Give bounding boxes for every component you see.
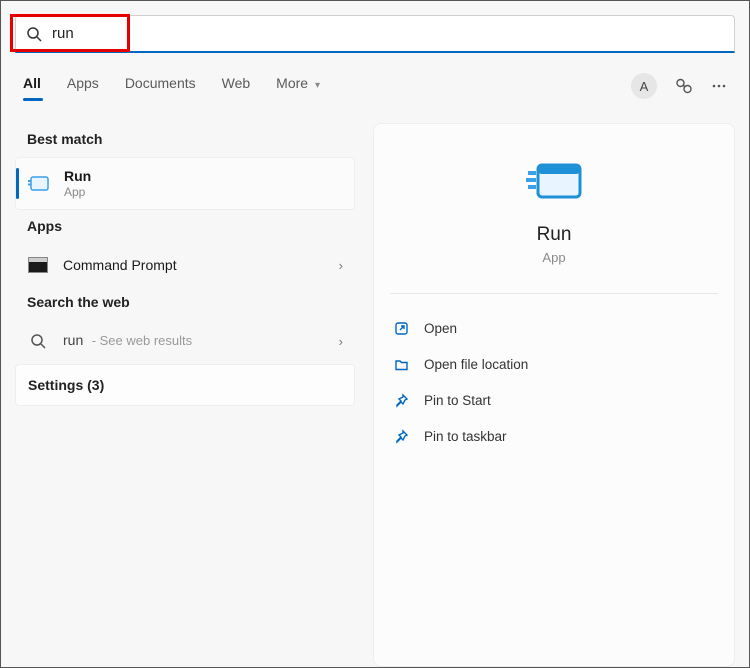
results-list: Best match Run App Apps (15, 123, 355, 667)
tab-apps[interactable]: Apps (67, 75, 99, 97)
action-label: Pin to taskbar (424, 429, 507, 444)
start-search-window: All Apps Documents Web More ▾ A (1, 1, 749, 667)
search-bar[interactable] (15, 15, 735, 53)
preview-panel: Run App Open (373, 123, 735, 667)
run-app-icon (28, 173, 50, 195)
action-label: Open (424, 321, 457, 336)
best-match-header: Best match (15, 123, 355, 157)
web-query: run (63, 332, 83, 348)
action-label: Pin to Start (424, 393, 491, 408)
action-pin-to-taskbar[interactable]: Pin to taskbar (390, 420, 718, 452)
web-suffix: - See web results (92, 333, 192, 348)
tab-documents[interactable]: Documents (125, 75, 196, 97)
result-settings-group[interactable]: Settings (3) (15, 364, 355, 406)
tab-web[interactable]: Web (222, 75, 251, 97)
action-open[interactable]: Open (390, 312, 718, 344)
preview-title: Run (537, 224, 572, 246)
result-title: Run (64, 168, 342, 184)
search-icon (26, 26, 42, 42)
result-app-command-prompt[interactable]: Command Prompt › (15, 244, 355, 286)
tab-more[interactable]: More ▾ (276, 75, 320, 97)
action-pin-to-start[interactable]: Pin to Start (390, 384, 718, 416)
open-icon (392, 319, 410, 337)
chevron-right-icon: › (339, 334, 343, 349)
user-avatar[interactable]: A (631, 73, 657, 99)
result-web-search[interactable]: run - See web results › (15, 320, 355, 362)
command-prompt-icon (27, 254, 49, 276)
result-subtitle: App (64, 185, 342, 199)
run-app-large-icon (524, 160, 584, 206)
search-web-header: Search the web (15, 286, 355, 320)
preview-subtitle: App (542, 250, 565, 265)
filter-tabs-row: All Apps Documents Web More ▾ A (15, 73, 735, 99)
pin-icon (392, 391, 410, 409)
tab-more-label: More (276, 75, 308, 91)
pin-icon (392, 427, 410, 445)
tab-all[interactable]: All (23, 75, 41, 97)
rewards-icon[interactable] (675, 77, 693, 95)
divider (390, 293, 718, 294)
chevron-down-icon: ▾ (315, 80, 320, 91)
result-title: Command Prompt (63, 257, 339, 273)
search-icon (27, 330, 49, 352)
folder-icon (392, 355, 410, 373)
more-options-icon[interactable] (711, 78, 727, 94)
action-label: Open file location (424, 357, 528, 372)
apps-header: Apps (15, 210, 355, 244)
action-open-file-location[interactable]: Open file location (390, 348, 718, 380)
result-best-match-run[interactable]: Run App (15, 157, 355, 210)
chevron-right-icon: › (339, 258, 343, 273)
search-input[interactable] (52, 25, 724, 42)
